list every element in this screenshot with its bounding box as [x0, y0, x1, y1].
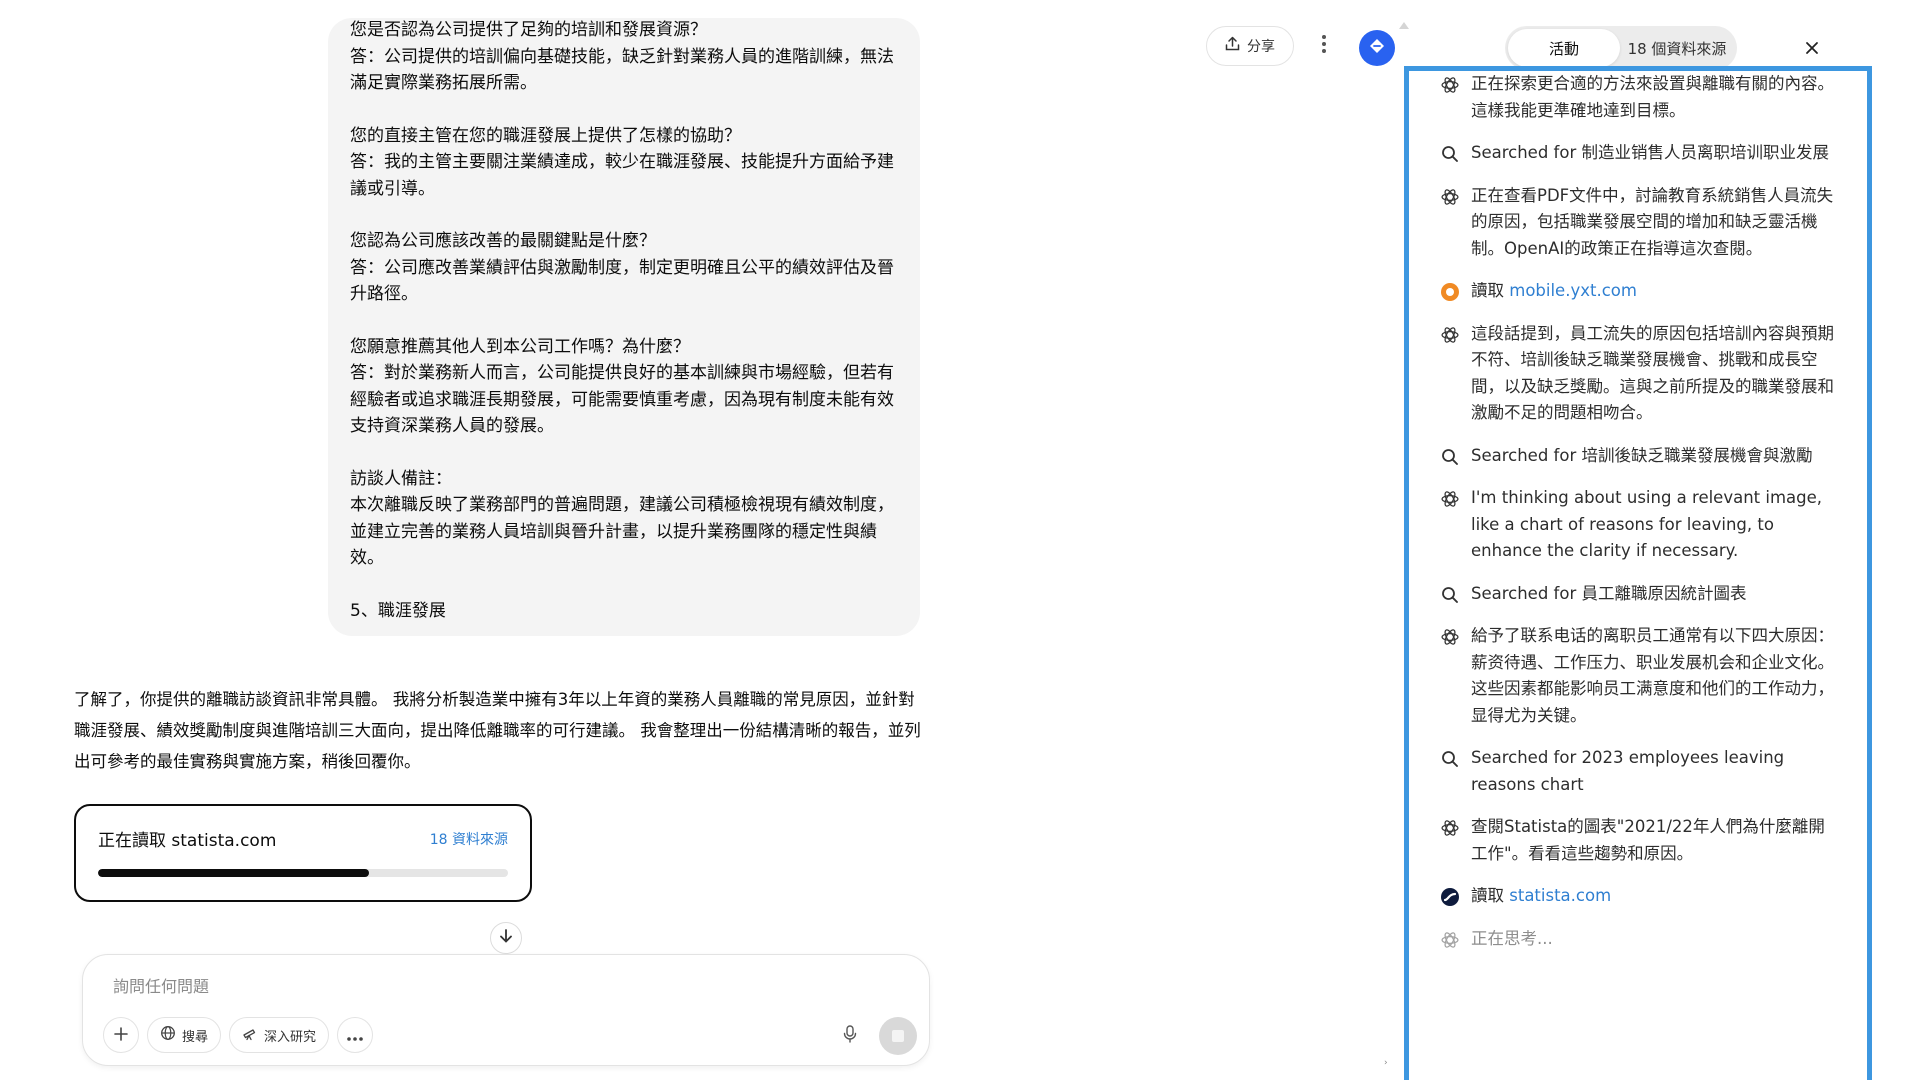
activity-item-text: I'm thinking about using a relevant imag…	[1471, 488, 1823, 560]
openai-icon	[1439, 186, 1461, 208]
activity-item: 讀取 statista.com	[1439, 883, 1839, 910]
activity-item-prefix: 讀取	[1471, 281, 1510, 300]
close-sidebar-button[interactable]	[1798, 34, 1826, 62]
activity-item-text: 查閱Statista的圖表"2021/22年人們為什麼離開工作"。看看這些趨勢和…	[1471, 817, 1825, 863]
deep-research-label: 深入研究	[264, 1029, 317, 1045]
user-message-bubble: 您是否認為公司提供了足夠的培訓和發展資源？ 答：公司提供的培訓偏向基礎技能，缺乏…	[328, 18, 920, 636]
share-icon	[1225, 36, 1240, 56]
activity-item-read-source: 讀取 mobile.yxt.com	[1471, 278, 1839, 305]
extension-button[interactable]	[1359, 30, 1395, 66]
stop-button[interactable]	[879, 1017, 917, 1055]
activity-item-text: Searched for 2023 employees leaving reas…	[1471, 748, 1785, 794]
search-icon	[1439, 143, 1461, 165]
dictate-button[interactable]	[835, 1021, 865, 1051]
attach-button[interactable]	[103, 1017, 139, 1053]
research-progress-fill	[98, 869, 369, 877]
user-message-paragraph: 您願意推薦其他人到本公司工作嗎？為什麼？ 答：對於業務新人而言，公司能提供良好的…	[350, 336, 894, 437]
activity-item: I'm thinking about using a relevant imag…	[1439, 485, 1839, 565]
openai-icon	[1439, 929, 1461, 951]
sidebar-tabs: 活動 18 個資料來源	[1505, 26, 1737, 70]
search-icon	[1439, 584, 1461, 606]
activity-item-text: Searched for 培訓後缺乏職業發展機會與激勵	[1471, 445, 1813, 465]
more-tools-button[interactable]	[337, 1017, 374, 1053]
search-toggle-label: 搜尋	[182, 1029, 209, 1045]
activity-item-text: Searched for 員工離職原因統計圖表	[1471, 583, 1747, 603]
activity-item: 給予了联系电话的离职员工通常有以下四大原因：薪资待遇、工作压力、职业发展机会和企…	[1439, 623, 1839, 729]
tab-activity[interactable]: 活動	[1508, 29, 1620, 67]
activity-item-text: 正在查看PDF文件中，討論教育系統銷售人員流失的原因，包括職業發展空間的增加和缺…	[1471, 185, 1834, 258]
activity-item: Searched for 制造业销售人员离职培训职业发展	[1439, 140, 1839, 167]
scroll-to-bottom-button[interactable]	[490, 922, 522, 954]
research-status-text: 正在讀取 statista.com	[98, 831, 277, 851]
activity-item: 讀取 mobile.yxt.com	[1439, 278, 1839, 305]
search-toggle-button[interactable]: 搜尋	[147, 1017, 222, 1053]
openai-icon	[1439, 324, 1461, 346]
activity-item: Searched for 員工離職原因統計圖表	[1439, 581, 1839, 608]
openai-icon	[1439, 817, 1461, 839]
scrollbar-arrow[interactable]	[1399, 22, 1409, 29]
assistant-message: 了解了，你提供的離職訪談資訊非常具體。 我將分析製造業中擁有3年以上年資的業務人…	[74, 690, 921, 771]
user-message-paragraph: 訪談人備註： 本次離職反映了業務部門的普遍問題，建議公司積極檢視現有績效制度，並…	[350, 468, 894, 569]
site-favicon-icon	[1439, 281, 1461, 303]
activity-item: 查閱Statista的圖表"2021/22年人們為什麼離開工作"。看看這些趨勢和…	[1439, 814, 1839, 867]
activity-item: 正在探索更合適的方法來設置與離職有關的內容。這樣我能更準確地達到目標。	[1439, 71, 1839, 124]
openai-icon	[1439, 74, 1461, 96]
research-progress-card[interactable]: 正在讀取 statista.com 18 資料來源	[74, 804, 532, 902]
activity-list: 正在探索更合適的方法來設置與離職有關的內容。這樣我能更準確地達到目標。 Searc…	[1439, 74, 1839, 968]
user-message-paragraph: 5、職涯發展	[350, 600, 446, 621]
activity-source-link[interactable]: mobile.yxt.com	[1509, 281, 1637, 300]
statista-icon	[1439, 886, 1461, 908]
search-icon	[1439, 748, 1461, 770]
conversation-options-button[interactable]	[1312, 30, 1336, 64]
ellipsis-icon	[346, 1023, 364, 1047]
activity-item-text: Searched for 制造业销售人员离职培训职业发展	[1471, 143, 1829, 162]
activity-item-text: 給予了联系电话的离职员工通常有以下四大原因：薪资待遇、工作压力、职业发展机会和企…	[1471, 626, 1834, 725]
globe-icon	[160, 1025, 176, 1045]
openai-icon	[1439, 626, 1461, 648]
share-button[interactable]: 分享	[1206, 26, 1294, 66]
share-label: 分享	[1247, 39, 1275, 55]
activity-panel[interactable]: 正在探索更合適的方法來設置與離職有關的內容。這樣我能更準確地達到目標。 Searc…	[1404, 66, 1872, 1080]
openai-icon	[1439, 488, 1461, 510]
stop-icon	[892, 1030, 904, 1042]
activity-source-link[interactable]: statista.com	[1509, 886, 1611, 905]
user-message-paragraph: 您是否認為公司提供了足夠的培訓和發展資源？ 答：公司提供的培訓偏向基礎技能，缺乏…	[350, 20, 894, 93]
scroll-marker: ›	[1384, 1058, 1388, 1068]
vertical-ellipsis-icon	[1321, 34, 1327, 60]
arrow-down-icon	[498, 928, 514, 949]
user-message-paragraph: 您的直接主管在您的職涯發展上提供了怎樣的協助？ 答：我的主管主要關注業績達成，較…	[350, 125, 894, 199]
close-icon	[1805, 36, 1819, 61]
search-icon	[1439, 446, 1461, 468]
activity-item-text: 正在思考...	[1471, 928, 1553, 948]
activity-item-prefix: 讀取	[1471, 886, 1510, 905]
plus-icon	[113, 1023, 129, 1047]
activity-item: Searched for 培訓後缺乏職業發展機會與激勵	[1439, 443, 1839, 470]
research-sources-link[interactable]: 18 資料來源	[430, 829, 508, 849]
research-progress-bar	[98, 869, 508, 877]
activity-item: 正在查看PDF文件中，討論教育系統銷售人員流失的原因，包括職業發展空間的增加和缺…	[1439, 183, 1839, 263]
telescope-icon	[242, 1025, 258, 1045]
prompt-input[interactable]	[113, 971, 813, 1001]
activity-item-read-source: 讀取 statista.com	[1471, 883, 1839, 910]
activity-item-text: 這段話提到，員工流失的原因包括培訓內容與預期不符、培訓後缺乏職業發展機會、挑戰和…	[1471, 323, 1834, 423]
user-message-paragraph: 您認為公司應該改善的最關鍵點是什麼？ 答：公司應改善業績評估與激勵制度，制定更明…	[350, 231, 894, 304]
activity-item: Searched for 2023 employees leaving reas…	[1439, 745, 1839, 798]
activity-item: 這段話提到，員工流失的原因包括培訓內容與預期不符、培訓後缺乏職業發展機會、挑戰和…	[1439, 321, 1839, 427]
message-composer: 搜尋 深入研究	[82, 954, 930, 1066]
tab-sources[interactable]: 18 個資料來源	[1620, 29, 1734, 67]
microphone-icon	[842, 1025, 858, 1047]
activity-item-thinking: 正在思考...	[1439, 926, 1839, 953]
deep-research-button[interactable]: 深入研究	[229, 1017, 330, 1053]
extension-logo-icon	[1367, 36, 1387, 60]
activity-item-text: 正在探索更合適的方法來設置與離職有關的內容。這樣我能更準確地達到目標。	[1471, 74, 1834, 120]
